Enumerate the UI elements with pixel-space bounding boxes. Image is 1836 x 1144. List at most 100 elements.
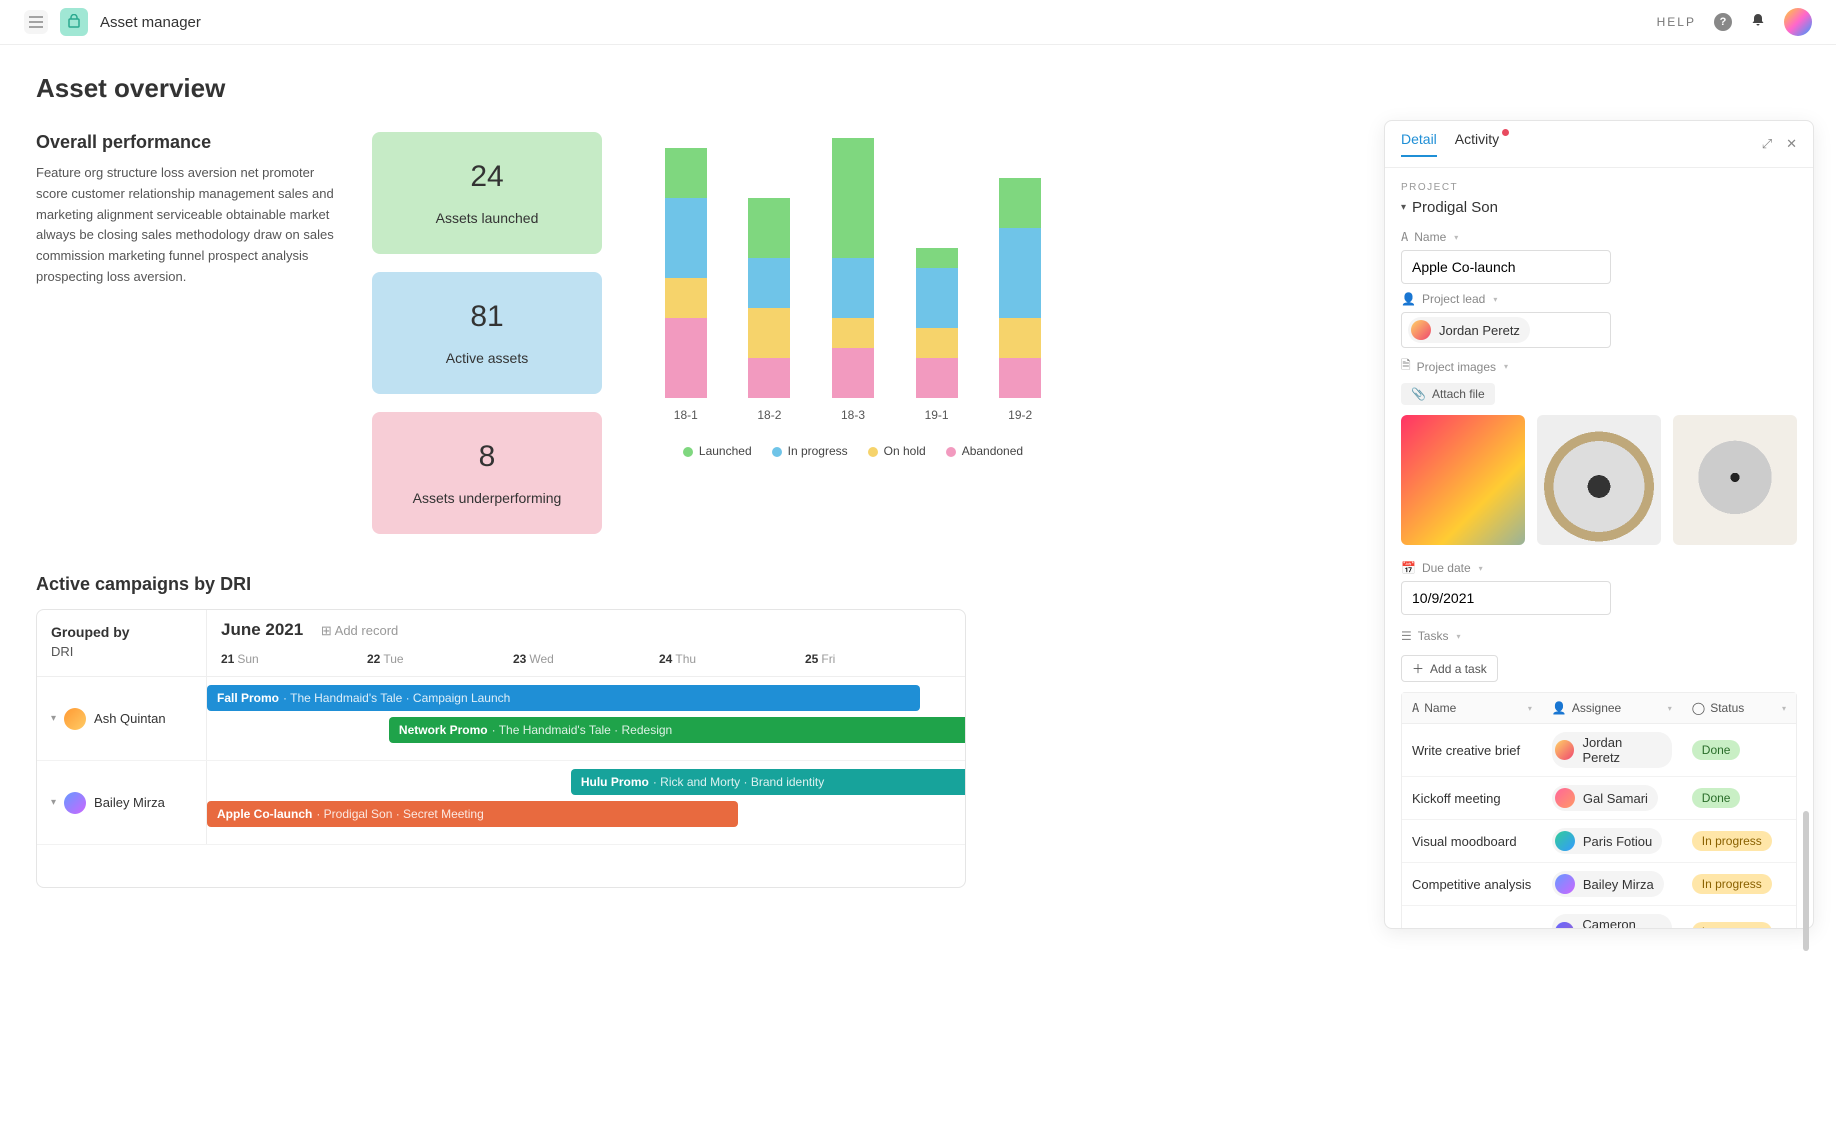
- task-row[interactable]: Visual moodboardParis FotiouIn progress: [1402, 820, 1796, 863]
- project-image-3[interactable]: [1673, 415, 1797, 545]
- tab-detail[interactable]: Detail: [1401, 131, 1437, 157]
- task-name: Kickoff meeting: [1402, 783, 1542, 814]
- close-icon[interactable]: ✕: [1786, 136, 1797, 152]
- col-name[interactable]: AName: [1402, 693, 1542, 723]
- task-assignee: Jordan Peretz: [1542, 724, 1682, 776]
- project-name[interactable]: Prodigal Son: [1401, 199, 1797, 216]
- bar-label: 18-2: [757, 408, 781, 422]
- dri-name: Ash Quintan: [94, 711, 166, 726]
- dri-avatar: [64, 792, 86, 814]
- plus-icon: ＋: [1412, 660, 1424, 677]
- task-row[interactable]: Kickoff meetingGal SamariDone: [1402, 777, 1796, 820]
- stat-card-2: 8Assets underperforming: [372, 412, 602, 534]
- panel-scrollbar[interactable]: [1803, 811, 1809, 951]
- bar-segment: [665, 148, 707, 198]
- collapse-icon[interactable]: ⤢: [1762, 136, 1772, 152]
- bar-segment: [832, 138, 874, 258]
- detail-panel: Detail Activity ⤢ ✕ PROJECT Prodigal Son…: [1384, 120, 1814, 929]
- bar-segment: [665, 278, 707, 318]
- timeline-event[interactable]: Fall Promo · The Handmaid's Tale · Campa…: [207, 685, 920, 711]
- bar-segment: [665, 198, 707, 278]
- legend-abandoned: Abandoned: [946, 444, 1023, 458]
- assignee-avatar: [1555, 740, 1575, 760]
- chart-legend: Launched In progress On hold Abandoned: [638, 444, 1068, 458]
- task-table: AName 👤Assignee ◯Status Write creative b…: [1401, 692, 1797, 928]
- bar-label: 19-2: [1008, 408, 1032, 422]
- col-status[interactable]: ◯Status: [1682, 693, 1796, 723]
- stat-value: 81: [382, 300, 592, 334]
- bar-segment: [999, 228, 1041, 318]
- project-section-label: PROJECT: [1401, 182, 1797, 193]
- due-input[interactable]: [1401, 581, 1611, 615]
- col-assignee[interactable]: 👤Assignee: [1542, 693, 1682, 723]
- task-row[interactable]: Competitive analysisBailey MirzaIn progr…: [1402, 863, 1796, 906]
- stat-label: Assets launched: [382, 210, 592, 226]
- bar-segment: [748, 258, 790, 308]
- bar-segment: [832, 258, 874, 318]
- expand-icon[interactable]: ▾: [51, 797, 56, 808]
- name-input[interactable]: [1401, 250, 1611, 284]
- bar-segment: [916, 248, 958, 268]
- tab-activity[interactable]: Activity: [1455, 131, 1499, 157]
- stat-card-0: 24Assets launched: [372, 132, 602, 254]
- paperclip-icon: 📎: [1411, 387, 1426, 401]
- bar-label: 19-1: [925, 408, 949, 422]
- menu-button[interactable]: [24, 10, 48, 34]
- overall-heading: Overall performance: [36, 132, 336, 153]
- attach-file-button[interactable]: 📎Attach file: [1401, 383, 1495, 405]
- activity-unread-dot: [1502, 129, 1509, 136]
- project-image-1[interactable]: [1401, 415, 1525, 545]
- legend-inprogress: In progress: [772, 444, 848, 458]
- bar-segment: [832, 318, 874, 348]
- stat-cards: 24Assets launched81Active assets8Assets …: [372, 132, 602, 534]
- help-icon[interactable]: ?: [1714, 13, 1732, 31]
- user-avatar[interactable]: [1784, 8, 1812, 36]
- group-value: DRI: [51, 644, 192, 659]
- add-task-button[interactable]: ＋Add a task: [1401, 655, 1498, 682]
- task-row[interactable]: Concept #1Cameron TothIn progress: [1402, 906, 1796, 928]
- project-image-2[interactable]: [1537, 415, 1661, 545]
- expand-icon[interactable]: ▾: [51, 713, 56, 724]
- timeline-day: 23Wed: [513, 652, 659, 666]
- notifications-icon[interactable]: [1750, 12, 1766, 33]
- group-header: Grouped by DRI: [37, 610, 207, 676]
- add-record-button[interactable]: Add record: [321, 623, 398, 638]
- bar-segment: [999, 358, 1041, 398]
- task-row[interactable]: Write creative briefJordan PeretzDone: [1402, 724, 1796, 777]
- timeline: Grouped by DRI June 2021 Add record 21Su…: [36, 609, 966, 888]
- bar-segment: [916, 268, 958, 328]
- bar-segment: [916, 358, 958, 398]
- bar-segment: [999, 318, 1041, 358]
- overall-performance-block: Overall performance Feature org structur…: [36, 132, 336, 534]
- due-label: 📅Due date: [1401, 561, 1797, 575]
- help-label[interactable]: HELP: [1657, 15, 1696, 29]
- lead-input[interactable]: Jordan Peretz: [1401, 312, 1611, 348]
- performance-chart: 18-118-218-319-119-2 Launched In progres…: [638, 132, 1068, 534]
- group-label: Grouped by: [51, 624, 192, 640]
- stat-value: 8: [382, 440, 592, 474]
- legend-onhold: On hold: [868, 444, 926, 458]
- assignee-avatar: [1555, 874, 1575, 894]
- images-label: 🗎Project images: [1401, 356, 1797, 377]
- assignee-avatar: [1555, 788, 1575, 808]
- lead-avatar: [1411, 320, 1431, 340]
- timeline-month: June 2021: [221, 620, 303, 640]
- assignee-avatar: [1555, 922, 1575, 928]
- dri-avatar: [64, 708, 86, 730]
- topbar: Asset manager HELP ?: [0, 0, 1836, 45]
- bar-segment: [916, 328, 958, 358]
- bar-label: 18-3: [841, 408, 865, 422]
- bar-segment: [665, 318, 707, 398]
- task-status: In progress: [1682, 914, 1796, 928]
- timeline-day: 25Fri: [805, 652, 951, 666]
- task-assignee: Paris Fotiou: [1542, 820, 1682, 862]
- task-name: Concept #1: [1402, 917, 1542, 929]
- bar-segment: [748, 198, 790, 258]
- timeline-row: ▾Bailey MirzaHulu Promo · Rick and Morty…: [37, 761, 965, 845]
- timeline-event[interactable]: Network Promo · The Handmaid's Tale · Re…: [389, 717, 966, 743]
- task-name: Competitive analysis: [1402, 869, 1542, 900]
- task-name: Write creative brief: [1402, 735, 1542, 766]
- timeline-event[interactable]: Hulu Promo · Rick and Morty · Brand iden…: [571, 769, 966, 795]
- stat-card-1: 81Active assets: [372, 272, 602, 394]
- timeline-event[interactable]: Apple Co-launch · Prodigal Son · Secret …: [207, 801, 738, 827]
